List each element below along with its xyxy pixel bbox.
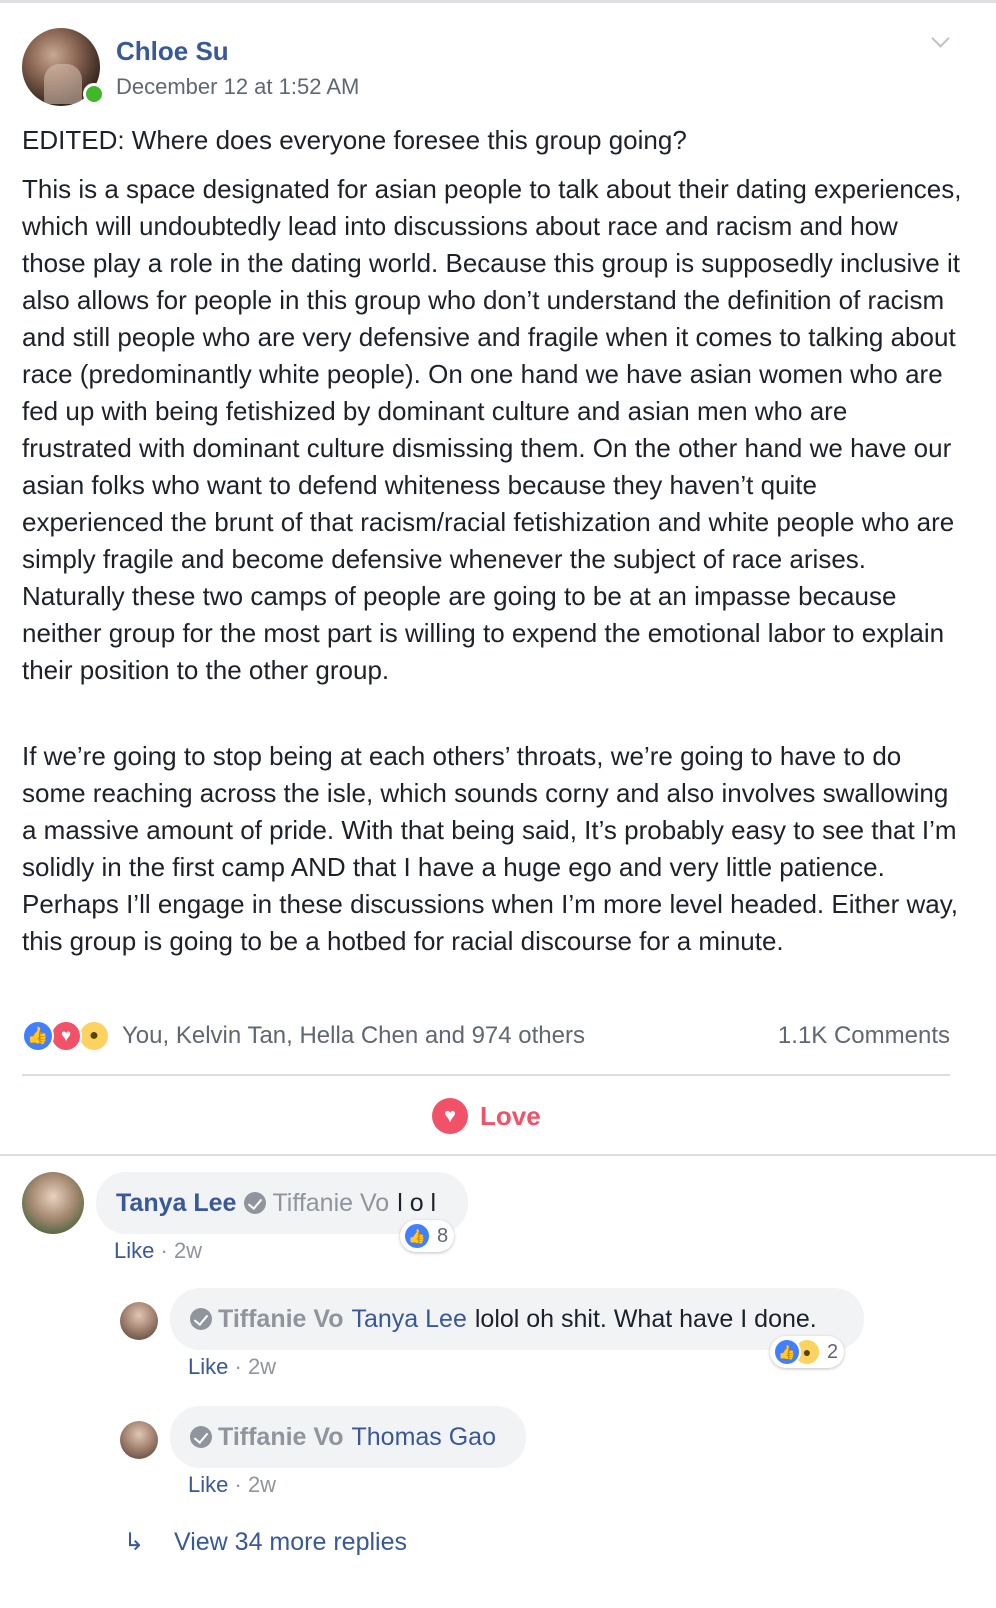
- comment-author-name[interactable]: Tanya Lee: [116, 1189, 236, 1218]
- reply-mention[interactable]: Thomas Gao: [351, 1423, 496, 1452]
- feed-post: Chloe Su December 12 at 1:52 AM EDITED: …: [0, 0, 996, 1608]
- meta-separator: ·: [234, 1472, 242, 1497]
- comment-text: l o l: [397, 1188, 437, 1217]
- reactions-summary: 👍 ♥ ● You, Kelvin Tan, Hella Chen and 97…: [22, 1018, 950, 1058]
- post-body-paragraph: EDITED: Where does everyone foresee this…: [22, 125, 687, 155]
- view-more-label: View 34 more replies: [174, 1528, 407, 1556]
- reply-like-button[interactable]: Like: [188, 1472, 228, 1497]
- divider: [0, 1154, 996, 1156]
- online-status-indicator: [83, 83, 105, 105]
- reply-mention[interactable]: Tanya Lee: [351, 1305, 466, 1334]
- like-reaction-icon: 👍: [22, 1020, 54, 1052]
- comment-like-button[interactable]: Like: [114, 1238, 154, 1263]
- replier-avatar[interactable]: [120, 1302, 158, 1340]
- view-more-replies-link[interactable]: ↳ View 34 more replies: [124, 1528, 407, 1557]
- replier-avatar[interactable]: [120, 1421, 158, 1459]
- post-timestamp[interactable]: December 12 at 1:52 AM: [116, 74, 359, 100]
- heart-icon: ♥: [432, 1098, 468, 1134]
- post-author-name[interactable]: Chloe Su: [116, 36, 229, 67]
- comment-age[interactable]: 2w: [174, 1238, 202, 1263]
- check-icon: [190, 1308, 212, 1330]
- post-body-paragraph: This is a space designated for asian peo…: [22, 174, 962, 685]
- chevron-down-icon[interactable]: [930, 30, 950, 50]
- reply-reactions-pill[interactable]: 👍 ● 2: [770, 1336, 845, 1368]
- comment-meta: Like · 2w: [114, 1238, 202, 1264]
- reply-like-button[interactable]: Like: [188, 1354, 228, 1379]
- like-icon: 👍: [773, 1338, 801, 1366]
- comment-reaction-count: 8: [437, 1224, 449, 1247]
- reaction-icons[interactable]: 👍 ♥ ●: [22, 1020, 122, 1056]
- reply-age[interactable]: 2w: [248, 1472, 276, 1497]
- meta-separator: ·: [160, 1238, 168, 1263]
- reply-bubble: Tiffanie Vo Tanya Lee lolol oh shit. Wha…: [170, 1288, 864, 1350]
- reply-age[interactable]: 2w: [248, 1354, 276, 1379]
- wow-reaction-icon: ●: [78, 1020, 110, 1052]
- comments-count-link[interactable]: 1.1K Comments: [778, 1022, 950, 1050]
- reactors-text[interactable]: You, Kelvin Tan, Hella Chen and 974 othe…: [122, 1022, 585, 1050]
- reply-bubble: Tiffanie Vo Thomas Gao: [170, 1406, 526, 1468]
- meta-separator: ·: [234, 1354, 242, 1379]
- love-reaction-label: Love: [480, 1100, 541, 1131]
- comment-reactions-pill[interactable]: 👍 8: [400, 1220, 455, 1252]
- divider: [22, 1074, 950, 1076]
- reply-meta: Like · 2w: [188, 1354, 276, 1380]
- comment-mention[interactable]: Tiffanie Vo: [272, 1189, 389, 1218]
- reply-meta: Like · 2w: [188, 1472, 276, 1498]
- commenter-avatar[interactable]: [22, 1172, 84, 1234]
- post-body-paragraph: If we’re going to stop being at each oth…: [22, 741, 959, 956]
- reply-arrow-icon: ↳: [124, 1529, 145, 1556]
- reply-text: lolol oh shit. What have I done.: [474, 1304, 817, 1333]
- top-border: [0, 0, 996, 3]
- reply-reaction-count: 2: [827, 1340, 839, 1363]
- reply-author-name[interactable]: Tiffanie Vo: [218, 1423, 343, 1452]
- like-icon: 👍: [403, 1222, 431, 1250]
- check-icon: [190, 1426, 212, 1448]
- love-reaction-button[interactable]: ♥ Love: [432, 1096, 541, 1136]
- check-icon: [244, 1192, 267, 1214]
- love-reaction-icon: ♥: [50, 1020, 82, 1052]
- reply-author-name[interactable]: Tiffanie Vo: [218, 1305, 343, 1334]
